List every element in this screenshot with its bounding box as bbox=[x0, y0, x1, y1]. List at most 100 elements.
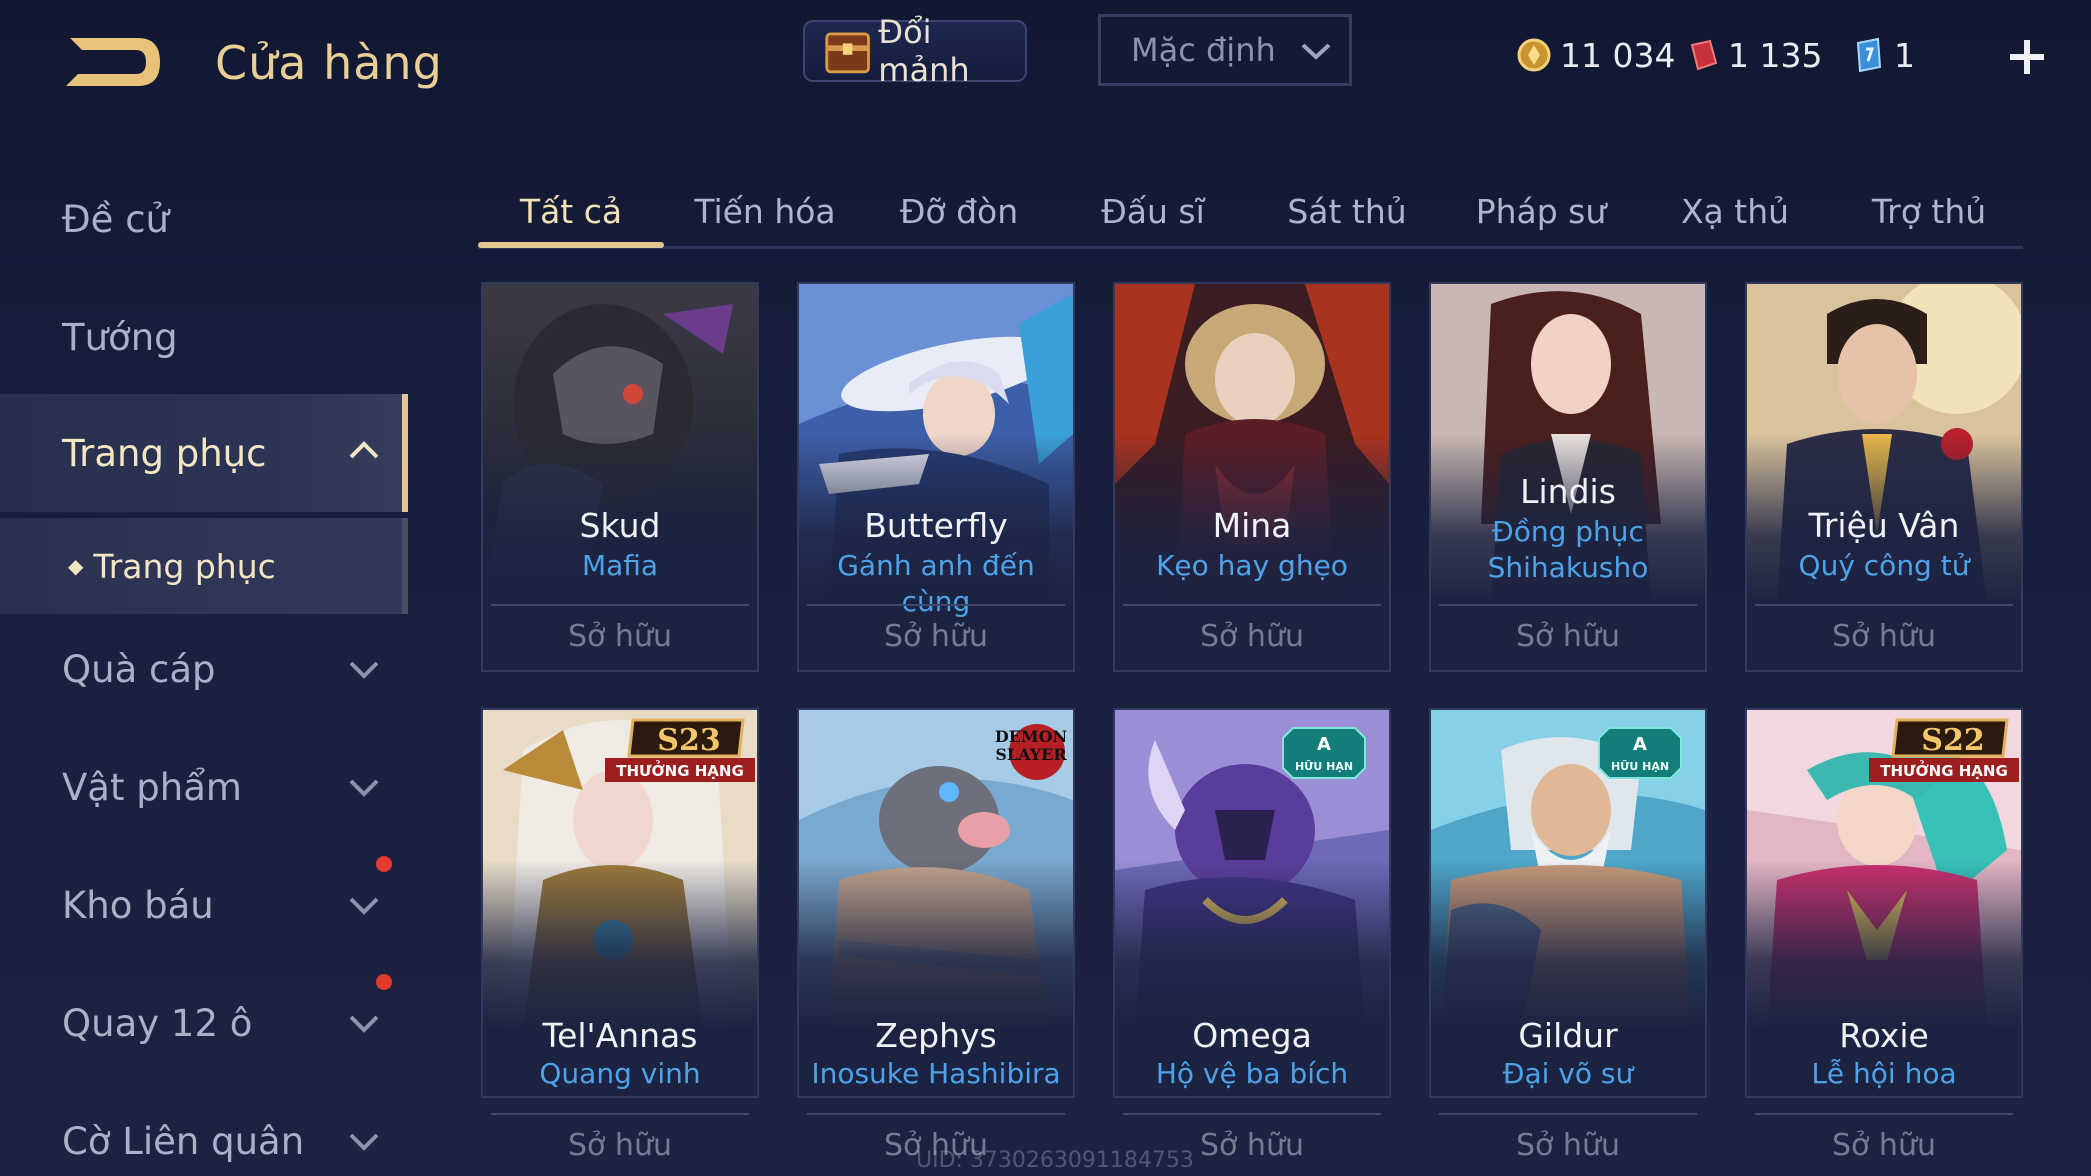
sidebar-item-label: Quay 12 ô bbox=[62, 1001, 253, 1045]
skin-card[interactable]: Triệu Vân Quý công tử Sở hữu bbox=[1745, 282, 2023, 672]
voucher-balance: 1 135 bbox=[1684, 32, 1822, 78]
card-divider bbox=[1123, 604, 1381, 606]
sidebar: Đề cử Tướng Trang phục ◆ Trang phục Quà … bbox=[0, 160, 410, 1176]
gold-amount: 11 034 bbox=[1560, 35, 1676, 75]
sidebar-item-label: Trang phục bbox=[62, 431, 267, 475]
tab-evolution[interactable]: Tiến hóa bbox=[672, 192, 858, 231]
skin-card[interactable]: Butterfly Gánh anh đến cùng Sở hữu bbox=[797, 282, 1075, 672]
skin-card[interactable]: Mina Kẹo hay ghẹo Sở hữu bbox=[1113, 282, 1391, 672]
skin-name: Lễ hội hoa bbox=[1811, 1057, 1957, 1090]
skin-card[interactable]: S23 THƯỞNG HẠNG Tel'Annas Quang vinh bbox=[481, 708, 759, 1098]
chevron-down-icon bbox=[349, 1015, 379, 1033]
sidebar-item-featured[interactable]: Đề cử bbox=[0, 160, 408, 278]
skin-name: Hộ vệ ba bích bbox=[1155, 1057, 1349, 1090]
season-rank-badge: S22 THƯỞNG HẠNG bbox=[1869, 718, 2019, 782]
card-divider bbox=[1123, 1113, 1381, 1115]
card-divider bbox=[807, 1113, 1065, 1115]
back-arrow-icon[interactable] bbox=[60, 30, 170, 100]
sidebar-item-gifts[interactable]: Quà cáp bbox=[0, 610, 408, 728]
owned-label: Sở hữu bbox=[1832, 1128, 1936, 1163]
sidebar-item-items[interactable]: Vật phẩm bbox=[0, 728, 408, 846]
sidebar-item-label: Kho báu bbox=[62, 883, 214, 927]
card-fade bbox=[1747, 860, 2021, 1030]
badge-rank: A bbox=[1317, 734, 1331, 755]
add-currency-icon[interactable] bbox=[2004, 34, 2050, 80]
sidebar-item-label: Cờ Liên quân bbox=[62, 1119, 305, 1163]
owned-label: Sở hữu bbox=[1516, 619, 1620, 654]
badge-season: S22 bbox=[1921, 723, 1984, 758]
badge-rank: A bbox=[1633, 734, 1647, 755]
tab-tank[interactable]: Đỡ đòn bbox=[866, 192, 1052, 231]
skin-card[interactable]: S22 THƯỞNG HẠNG Roxie Lễ hội hoa bbox=[1745, 708, 2023, 1098]
logo-line2: SLAYER bbox=[995, 745, 1067, 764]
owned-label: Sở hữu bbox=[1200, 619, 1304, 654]
exchange-fragments-button[interactable]: Đổi mảnh bbox=[803, 13, 1027, 89]
skin-card[interactable]: A HỮU HẠN Omega Hộ vệ ba bích bbox=[1113, 708, 1391, 1098]
tab-mage[interactable]: Pháp sư bbox=[1448, 192, 1634, 231]
card-fade bbox=[1115, 860, 1389, 1030]
tab-support[interactable]: Trợ thủ bbox=[1836, 192, 2022, 231]
card-divider bbox=[1439, 1113, 1697, 1115]
blue-ticket-icon bbox=[1856, 37, 1882, 73]
chevron-down-icon bbox=[349, 897, 379, 915]
sidebar-item-spin[interactable]: Quay 12 ô bbox=[0, 964, 408, 1082]
owned-label: Sở hữu bbox=[568, 1128, 672, 1163]
skin-name: Quang vinh bbox=[539, 1057, 701, 1090]
badge-season: S23 bbox=[657, 723, 720, 758]
sort-dropdown[interactable]: Mặc định bbox=[1098, 14, 1352, 86]
ticket-amount: 1 bbox=[1894, 35, 1915, 75]
tab-all[interactable]: Tất cả bbox=[478, 192, 664, 231]
skin-card[interactable]: A HỮU HẠN Gildur Đại võ sư bbox=[1429, 708, 1707, 1098]
limited-badge: A HỮU HẠN bbox=[1598, 727, 1682, 779]
hero-name: Triệu Vân bbox=[1808, 506, 1960, 545]
red-voucher-icon bbox=[1690, 39, 1718, 71]
sidebar-item-skins[interactable]: Trang phục bbox=[0, 394, 408, 512]
hero-name: Zephys bbox=[875, 1016, 997, 1055]
diamond-bullet-icon: ◆ bbox=[68, 554, 84, 578]
sidebar-subitem-skins[interactable]: ◆ Trang phục bbox=[0, 518, 408, 614]
sidebar-item-label: Quà cáp bbox=[62, 647, 216, 691]
owned-label: Sở hữu bbox=[1832, 619, 1936, 654]
skin-card[interactable]: Lindis Đồng phục Shihakusho Sở hữu bbox=[1429, 282, 1707, 672]
gold-balance: 11 034 bbox=[1516, 32, 1675, 78]
card-divider bbox=[1755, 604, 2013, 606]
hero-name: Butterfly bbox=[864, 506, 1008, 545]
card-divider bbox=[491, 1113, 749, 1115]
skin-name-line2: Shihakusho bbox=[1487, 551, 1649, 584]
hero-name: Roxie bbox=[1839, 1016, 1929, 1055]
card-divider bbox=[1439, 604, 1697, 606]
chevron-down-icon bbox=[1301, 43, 1331, 60]
category-tabs: Tất cả Tiến hóa Đỡ đòn Đấu sĩ Sát thủ Ph… bbox=[478, 180, 2023, 254]
sidebar-item-treasure[interactable]: Kho báu bbox=[0, 846, 408, 964]
demon-slayer-logo: DEMON SLAYER bbox=[995, 724, 1067, 780]
chevron-down-icon bbox=[349, 1133, 379, 1151]
hero-name: Mina bbox=[1212, 506, 1292, 545]
sidebar-item-heroes[interactable]: Tướng bbox=[0, 278, 408, 396]
card-divider bbox=[1755, 1113, 2013, 1115]
skin-name: Gánh anh đến cùng bbox=[837, 549, 1035, 618]
limited-badge: A HỮU HẠN bbox=[1282, 727, 1366, 779]
logo-line1: DEMON bbox=[995, 727, 1067, 746]
treasure-chest-icon bbox=[825, 32, 870, 74]
sidebar-item-label: Đề cử bbox=[62, 197, 169, 241]
chevron-down-icon bbox=[349, 779, 379, 797]
tab-marksman[interactable]: Xạ thủ bbox=[1642, 192, 1828, 231]
skin-card[interactable]: Skud Mafia Sở hữu bbox=[481, 282, 759, 672]
sidebar-subitem-label: Trang phục bbox=[93, 546, 276, 586]
tab-assassin[interactable]: Sát thủ bbox=[1254, 192, 1440, 231]
ticket-balance: 1 bbox=[1850, 32, 1915, 78]
card-fade bbox=[483, 860, 757, 1030]
owned-label: Sở hữu bbox=[884, 619, 988, 654]
user-id-watermark: UID: 3730263091184753 bbox=[916, 1148, 1194, 1173]
hero-name: Omega bbox=[1192, 1016, 1312, 1055]
sidebar-item-flags[interactable]: Cờ Liên quân bbox=[0, 1082, 408, 1176]
exchange-label: Đổi mảnh bbox=[878, 13, 970, 89]
gold-coin-icon bbox=[1517, 38, 1551, 72]
sort-value: Mặc định bbox=[1131, 31, 1276, 69]
card-fade bbox=[799, 860, 1073, 1030]
card-divider bbox=[807, 604, 1065, 606]
voucher-amount: 1 135 bbox=[1728, 35, 1823, 75]
badge-label: HỮU HẠN bbox=[1295, 760, 1353, 773]
tab-fighter[interactable]: Đấu sĩ bbox=[1060, 192, 1246, 231]
skin-card[interactable]: DEMON SLAYER Zephys Inosuke Hashibira bbox=[797, 708, 1075, 1098]
